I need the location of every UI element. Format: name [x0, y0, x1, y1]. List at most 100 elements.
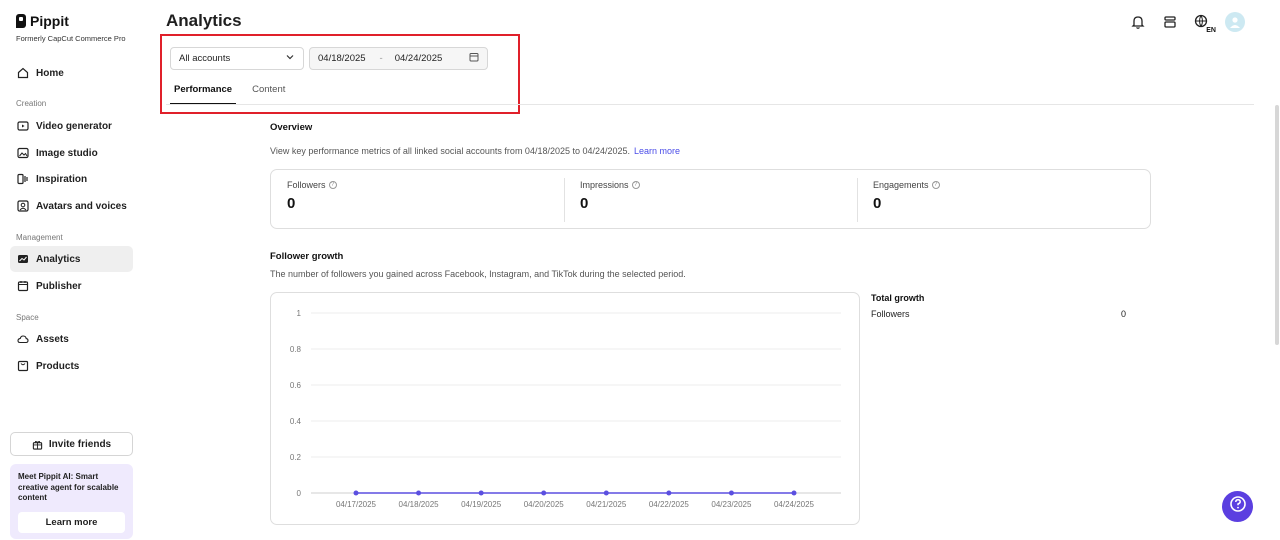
overview-title: Overview — [270, 122, 313, 133]
tab-content[interactable]: Content — [248, 83, 289, 105]
data-point — [478, 490, 484, 496]
notification-bell-icon[interactable] — [1129, 13, 1147, 31]
video-generator-icon — [17, 120, 29, 132]
total-growth-panel: Total growth Followers 0 — [871, 293, 1126, 319]
tabs-divider — [166, 104, 1254, 105]
data-point — [791, 490, 797, 496]
sidebar-item-assets[interactable]: Assets — [10, 326, 133, 352]
sidebar-item-label: Products — [36, 360, 80, 372]
sidebar-item-label: Avatars and voices — [36, 200, 127, 212]
sidebar-item-label: Assets — [36, 333, 69, 345]
metric-value: 0 — [873, 195, 882, 212]
section-label-management: Management — [16, 233, 63, 242]
chevron-down-icon — [285, 52, 295, 65]
user-avatar[interactable] — [1225, 12, 1245, 32]
page-title: Analytics — [166, 11, 242, 30]
sidebar-item-image-studio[interactable]: Image studio — [10, 140, 133, 166]
tab-bar: Performance Content — [170, 83, 289, 105]
app-window: Pippit Formerly CapCut Commerce Pro Home… — [0, 0, 1280, 540]
date-separator: - — [379, 53, 383, 64]
x-tick-label: 04/24/2025 — [774, 500, 815, 509]
sidebar-item-home[interactable]: Home — [10, 60, 133, 86]
date-range-picker[interactable]: 04/18/2025 - 04/24/2025 — [309, 47, 488, 70]
invite-friends-button[interactable]: Invite friends — [10, 432, 133, 456]
sidebar: Pippit Formerly CapCut Commerce Pro Home… — [0, 0, 142, 540]
sidebar-item-video-generator[interactable]: Video generator — [10, 113, 133, 139]
data-point — [666, 490, 672, 496]
metric-impressions: Impressions? 0 — [564, 170, 857, 228]
calendar-icon[interactable] — [469, 52, 479, 65]
data-point — [416, 490, 422, 496]
sidebar-item-label: Image studio — [36, 147, 98, 159]
metrics-card: Followers? 0 Impressions? 0 Engagements?… — [270, 169, 1151, 229]
help-circle-icon[interactable]: ? — [631, 181, 640, 189]
chart-svg: 0 0.2 0.4 0.6 0.8 1 04/17/2025 04/18/2025 04/19/… — [290, 309, 841, 509]
promo-text: Meet Pippit AI: Smart creative agent for… — [18, 472, 119, 502]
x-tick-label: 04/18/2025 — [399, 500, 440, 509]
inspiration-icon — [17, 173, 29, 185]
sidebar-item-label: Publisher — [36, 280, 82, 292]
follower-growth-description: The number of followers you gained acros… — [270, 269, 686, 279]
x-tick-label: 04/22/2025 — [649, 500, 690, 509]
avatar-icon — [17, 200, 29, 212]
metric-followers: Followers? 0 — [271, 170, 564, 228]
y-tick-label: 0 — [297, 489, 302, 498]
help-circle-icon[interactable]: ? — [931, 181, 940, 189]
follower-growth-title: Follower growth — [270, 251, 344, 262]
analytics-icon — [17, 253, 29, 265]
total-growth-row: Followers 0 — [871, 309, 1126, 319]
help-circle-icon[interactable]: ? — [328, 181, 337, 189]
x-tick-label: 04/21/2025 — [586, 500, 627, 509]
y-tick-label: 0.6 — [290, 381, 302, 390]
metric-label: Followers — [287, 180, 326, 190]
promo-learn-more-button[interactable]: Learn more — [18, 512, 125, 533]
gift-icon — [32, 438, 44, 450]
metric-value: 0 — [287, 195, 296, 212]
account-select[interactable]: All accounts — [170, 47, 304, 70]
sidebar-item-label: Video generator — [36, 120, 112, 132]
sidebar-item-products[interactable]: Products — [10, 353, 133, 379]
metric-label: Engagements — [873, 180, 929, 190]
x-tick-label: 04/23/2025 — [711, 500, 752, 509]
brand-name: Pippit — [30, 13, 69, 29]
date-end[interactable]: 04/24/2025 — [395, 53, 443, 64]
x-tick-label: 04/19/2025 — [461, 500, 502, 509]
sidebar-item-inspiration[interactable]: Inspiration — [10, 166, 133, 192]
y-tick-label: 0.2 — [290, 453, 302, 462]
account-select-value: All accounts — [179, 53, 231, 64]
section-label-space: Space — [16, 313, 39, 322]
y-tick-label: 0.8 — [290, 345, 302, 354]
sidebar-item-analytics[interactable]: Analytics — [10, 246, 133, 272]
product-box-icon — [17, 360, 29, 372]
sidebar-item-avatars-voices[interactable]: Avatars and voices — [10, 193, 133, 219]
data-point — [728, 490, 734, 496]
total-growth-label: Followers — [871, 309, 910, 319]
stack-icon[interactable] — [1161, 13, 1179, 31]
cloud-icon — [17, 333, 29, 345]
language-globe-icon[interactable]: EN — [1193, 13, 1216, 34]
total-growth-value: 0 — [1120, 309, 1126, 319]
metric-label: Impressions — [580, 180, 629, 190]
learn-more-link[interactable]: Learn more — [634, 146, 680, 156]
sidebar-item-publisher[interactable]: Publisher — [10, 273, 133, 299]
tab-performance[interactable]: Performance — [170, 83, 237, 105]
follower-growth-chart: 0 0.2 0.4 0.6 0.8 1 04/17/2025 04/18/2025 04/19/… — [270, 292, 860, 525]
data-point — [541, 490, 547, 496]
brand-subtitle: Formerly CapCut Commerce Pro — [16, 34, 126, 43]
date-start[interactable]: 04/18/2025 — [318, 53, 366, 64]
total-growth-title: Total growth — [871, 293, 925, 303]
overview-description-text: View key performance metrics of all link… — [270, 146, 631, 156]
home-icon — [17, 67, 29, 79]
sidebar-item-label: Home — [36, 67, 64, 79]
metric-engagements: Engagements? 0 — [857, 170, 1150, 228]
language-badge: EN — [1206, 27, 1216, 34]
sidebar-item-label: Inspiration — [36, 173, 88, 185]
promo-card: Meet Pippit AI: Smart creative agent for… — [10, 464, 133, 539]
brand[interactable]: Pippit Formerly CapCut Commerce Pro — [16, 13, 126, 43]
page-scrollbar[interactable] — [1275, 105, 1279, 345]
x-tick-label: 04/17/2025 — [336, 500, 377, 509]
help-button[interactable] — [1222, 491, 1253, 522]
overview-description: View key performance metrics of all link… — [270, 146, 680, 156]
invite-friends-label: Invite friends — [48, 438, 112, 450]
data-point — [603, 490, 609, 496]
